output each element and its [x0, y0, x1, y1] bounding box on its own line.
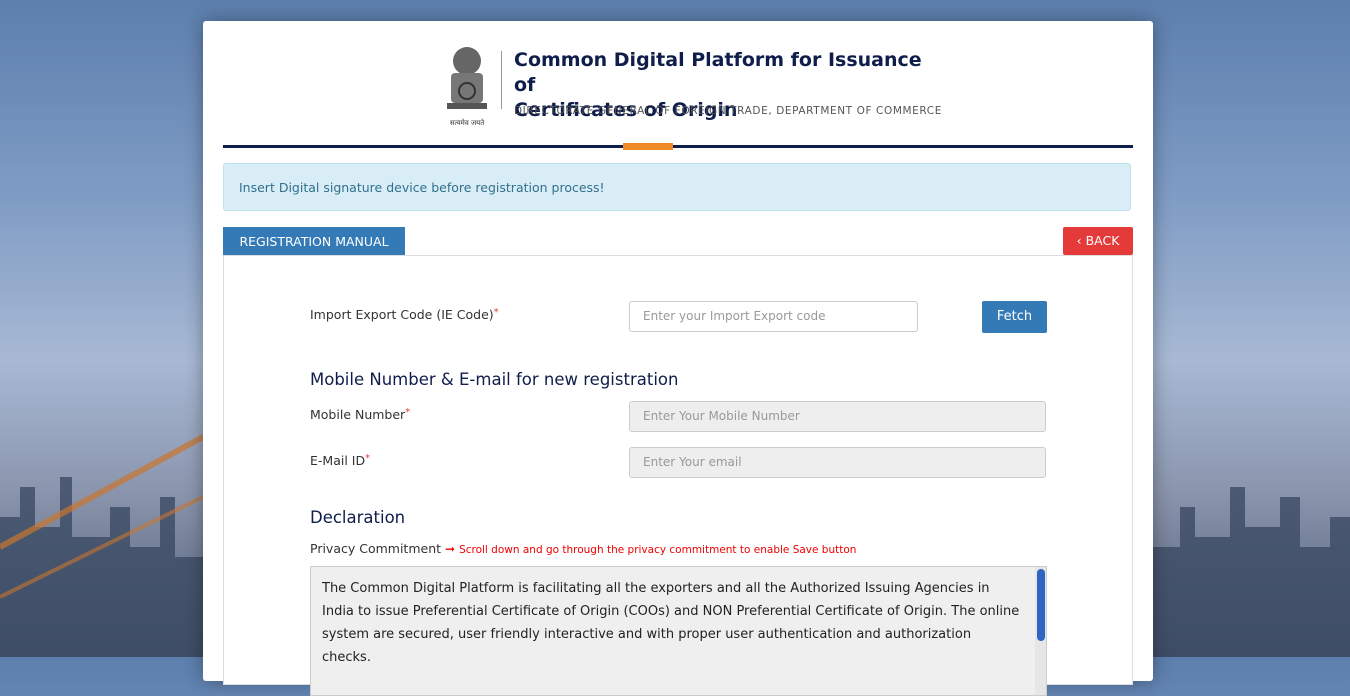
- registration-form-panel: Import Export Code (IE Code)* Enter your…: [223, 255, 1133, 696]
- page-subtitle: DIRECTORATE GENERAL OF FOREIGN TRADE, DE…: [514, 105, 942, 117]
- scrollbar-thumb[interactable]: [1037, 569, 1045, 641]
- privacy-commitment-textbox[interactable]: The Common Digital Platform is facilitat…: [310, 566, 1047, 696]
- iec-label: Import Export Code (IE Code)*: [310, 307, 499, 322]
- arrow-right-icon: ➞: [445, 542, 456, 556]
- emblem-caption: सत्यमेव जयते: [450, 118, 485, 127]
- privacy-hint: Scroll down and go through the privacy c…: [459, 544, 857, 556]
- privacy-commitment-label: Privacy Commitment ➞ Scroll down and go …: [310, 541, 857, 556]
- page-header: सत्यमेव जयते Common Digital Platform for…: [203, 21, 1153, 150]
- email-input[interactable]: Enter Your email: [629, 447, 1046, 478]
- back-button[interactable]: ‹ BACK: [1063, 227, 1133, 255]
- tab-registration-manual[interactable]: REGISTRATION MANUAL: [223, 227, 405, 255]
- email-label: E-Mail ID*: [310, 453, 371, 468]
- privacy-scrollbar[interactable]: [1035, 567, 1046, 695]
- registration-card: सत्यमेव जयते Common Digital Platform for…: [203, 21, 1153, 696]
- iec-input[interactable]: Enter your Import Export code: [629, 301, 918, 332]
- fetch-button[interactable]: Fetch: [982, 301, 1047, 333]
- info-alert: Insert Digital signature device before r…: [223, 163, 1131, 211]
- header-rule: [223, 145, 1133, 148]
- mobile-number-input[interactable]: Enter Your Mobile Number: [629, 401, 1046, 432]
- chevron-left-icon: ‹: [1076, 233, 1082, 248]
- privacy-text: The Common Digital Platform is facilitat…: [322, 581, 1020, 665]
- mobile-label: Mobile Number*: [310, 407, 411, 422]
- national-emblem-logo: सत्यमेव जयते: [447, 47, 487, 127]
- mobile-email-section-title: Mobile Number & E-mail for new registrat…: [310, 370, 679, 389]
- header-rule-accent: [623, 143, 673, 150]
- header-divider: [501, 51, 502, 109]
- declaration-title: Declaration: [310, 508, 406, 527]
